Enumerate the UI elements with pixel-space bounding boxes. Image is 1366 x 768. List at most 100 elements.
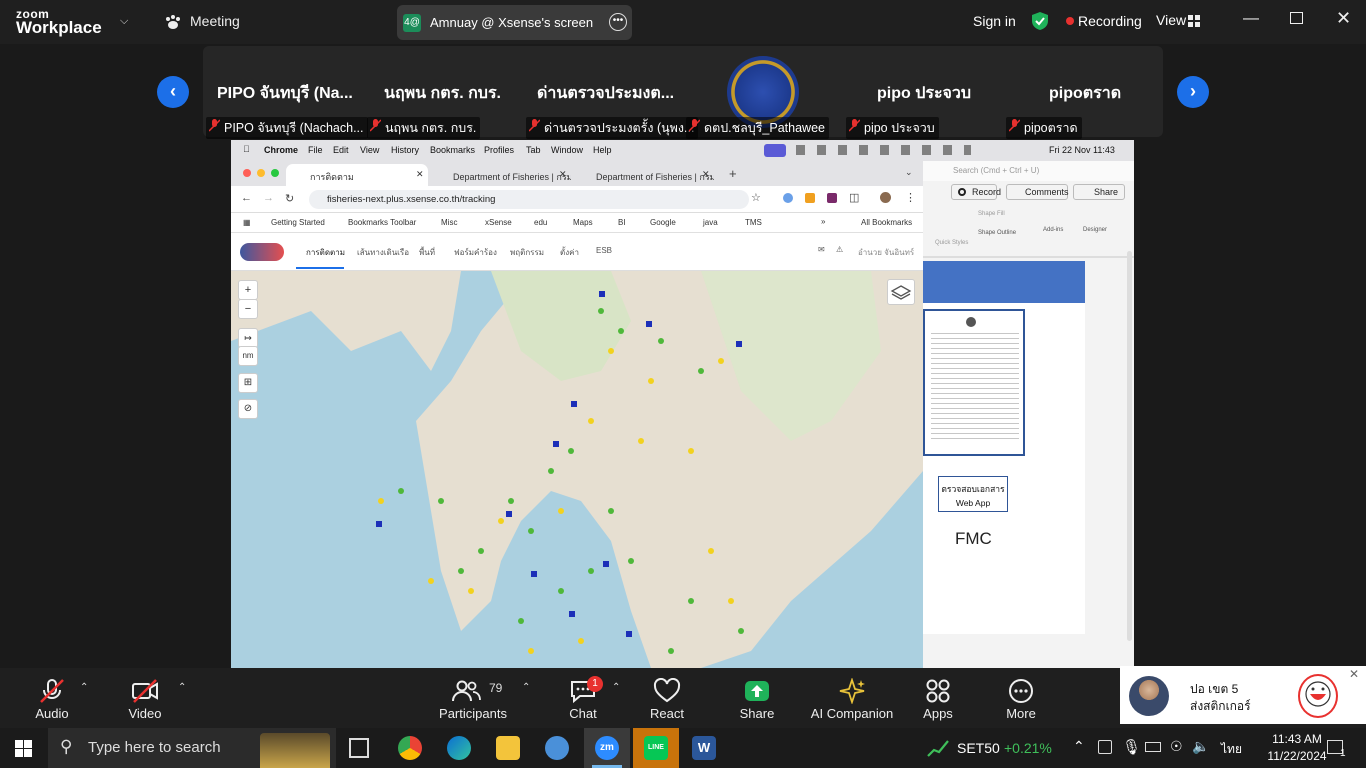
bookmark-folder[interactable]: edu bbox=[534, 218, 547, 227]
minimize-icon[interactable]: — bbox=[1243, 10, 1259, 28]
user-menu[interactable]: อำนวย จันอินทร์ bbox=[858, 246, 914, 259]
close-icon[interactable]: ✕ bbox=[1336, 8, 1351, 29]
ribbon-shape-outline[interactable]: Shape Outline bbox=[978, 230, 1016, 236]
browser-tab-active[interactable]: การติดตาม ✕ bbox=[286, 164, 428, 186]
hide-button[interactable]: ⊘ bbox=[238, 399, 258, 419]
nav-request-form[interactable]: ฟอร์มคำร้อง bbox=[454, 246, 497, 259]
clock-date[interactable]: 11/22/2024 bbox=[1262, 749, 1332, 763]
gallery-next-button[interactable]: › bbox=[1177, 76, 1209, 108]
recording-status[interactable]: Recording bbox=[1078, 13, 1142, 29]
zoom-out-button[interactable]: − bbox=[238, 299, 258, 319]
shared-screen-pill[interactable]: 4@ Amnuay @ Xsense's screen ••• bbox=[397, 5, 632, 40]
bookmark-item[interactable]: Getting Started bbox=[271, 218, 325, 227]
new-tab-icon[interactable]: + bbox=[729, 166, 737, 181]
view-menu[interactable]: View bbox=[1156, 12, 1186, 28]
apps-grid-icon[interactable]: ▦ bbox=[243, 218, 251, 227]
ribbon-add-ins[interactable]: Add-ins bbox=[1043, 227, 1063, 233]
zoom-taskbar-active[interactable]: zm bbox=[584, 728, 630, 768]
mac-menu-item[interactable]: Window bbox=[551, 145, 583, 155]
fisheries-logo[interactable] bbox=[240, 243, 284, 261]
more-button[interactable]: More bbox=[976, 668, 1066, 728]
bookmark-folder[interactable]: BI bbox=[618, 218, 626, 227]
ribbon-quick-styles[interactable]: Quick Styles bbox=[935, 240, 968, 246]
restore-icon[interactable] bbox=[1290, 12, 1303, 24]
puzzle-icon[interactable]: ◫ bbox=[849, 191, 859, 204]
browser-tab[interactable]: Department of Fisheries | กรม ✕ bbox=[572, 164, 714, 186]
edge-icon[interactable] bbox=[447, 736, 471, 760]
layers-icon[interactable] bbox=[887, 279, 915, 305]
bookmark-star-icon[interactable]: ☆ bbox=[751, 191, 761, 204]
bookmark-folder[interactable]: TMS bbox=[745, 218, 762, 227]
video-options-caret[interactable]: ⌃ bbox=[178, 682, 186, 693]
chat-button[interactable]: Chat bbox=[538, 668, 628, 728]
window-minimize-dot[interactable] bbox=[257, 169, 265, 177]
share-button[interactable]: Share bbox=[1073, 184, 1125, 200]
mac-menu-item[interactable]: Tab bbox=[526, 145, 541, 155]
unit-nm-button[interactable]: nm bbox=[238, 346, 258, 366]
alert-icon[interactable]: ⚠ bbox=[836, 245, 843, 254]
mac-menu-item[interactable]: Edit bbox=[333, 145, 349, 155]
clock-time[interactable]: 11:43 AM bbox=[1262, 732, 1332, 746]
scrollbar[interactable] bbox=[1127, 251, 1132, 641]
mac-menu-item[interactable]: Chrome bbox=[264, 145, 298, 155]
meet-now-icon[interactable] bbox=[1098, 740, 1112, 754]
bookmark-folder[interactable]: xSense bbox=[485, 218, 512, 227]
microphone-icon[interactable]: 🎙 bbox=[1122, 738, 1141, 756]
gallery-prev-button[interactable]: ‹ bbox=[157, 76, 189, 108]
address-field[interactable]: fisheries-next.plus.xsense.co.th/trackin… bbox=[309, 190, 749, 209]
extension-icon[interactable] bbox=[827, 193, 837, 203]
kebab-menu-icon[interactable]: ⋮ bbox=[905, 191, 916, 204]
meeting-menu[interactable]: Meeting bbox=[190, 13, 240, 29]
close-icon[interactable]: ✕ bbox=[1349, 667, 1359, 681]
measure-button[interactable]: ↦ bbox=[238, 328, 258, 348]
word-icon[interactable]: W bbox=[692, 736, 716, 760]
chat-options-caret[interactable]: ⌃ bbox=[612, 682, 620, 693]
sign-in-link[interactable]: Sign in bbox=[973, 13, 1016, 29]
input-language[interactable]: ไทย bbox=[1221, 740, 1242, 759]
mac-menu-item[interactable]: View bbox=[360, 145, 379, 155]
ribbon-shape-fill[interactable]: Shape Fill bbox=[978, 211, 1005, 217]
chat-notification[interactable]: ปอ เขต 5 ส่งสติกเกอร์ ✕ bbox=[1120, 666, 1366, 724]
line-taskbar-flashing[interactable]: LINE bbox=[633, 728, 679, 768]
slide-canvas[interactable]: ตรวจสอบเอกสาร Web App FMC bbox=[923, 261, 1085, 634]
forward-icon[interactable]: → bbox=[263, 192, 274, 204]
mac-menu-item[interactable]: Help bbox=[593, 145, 612, 155]
layer-toggle-button[interactable]: ⊞ bbox=[238, 373, 258, 393]
volume-icon[interactable]: 🔈 bbox=[1192, 738, 1209, 755]
participants-options-caret[interactable]: ⌃ bbox=[522, 682, 530, 693]
bookmark-folder[interactable]: Maps bbox=[573, 218, 593, 227]
audio-button[interactable]: Audio bbox=[7, 668, 97, 728]
battery-icon[interactable] bbox=[1145, 742, 1161, 752]
tab-search-icon[interactable]: ⌄ bbox=[905, 167, 913, 178]
taskbar-search[interactable]: ⚲ Type here to search bbox=[48, 728, 336, 768]
ribbon-designer[interactable]: Designer bbox=[1083, 227, 1107, 233]
more-bookmarks-icon[interactable]: » bbox=[821, 217, 825, 226]
bookmark-folder[interactable]: java bbox=[703, 218, 718, 227]
file-explorer-icon[interactable] bbox=[496, 736, 520, 760]
video-button[interactable]: Video bbox=[100, 668, 190, 728]
react-button[interactable]: React bbox=[622, 668, 712, 728]
audio-options-caret[interactable]: ⌃ bbox=[80, 682, 88, 693]
mac-menu-item[interactable]: Bookmarks bbox=[430, 145, 475, 155]
profile-avatar[interactable] bbox=[880, 192, 891, 203]
share-screen-button[interactable]: Share bbox=[712, 668, 802, 728]
nav-tracking[interactable]: การติดตาม bbox=[306, 246, 345, 259]
windows-start-icon[interactable] bbox=[15, 740, 32, 757]
bookmark-folder[interactable]: Google bbox=[650, 218, 676, 227]
notification-icon[interactable]: ✉ bbox=[818, 245, 825, 254]
bookmark-folder[interactable]: Bookmarks Toolbar bbox=[348, 218, 416, 227]
nav-behavior[interactable]: พฤติกรรม bbox=[510, 246, 544, 259]
nav-area[interactable]: พื้นที่ bbox=[419, 246, 435, 259]
bookmark-folder[interactable]: Misc bbox=[441, 218, 457, 227]
zoom-in-button[interactable]: + bbox=[238, 280, 258, 300]
window-close-dot[interactable] bbox=[243, 169, 251, 177]
stock-name[interactable]: SET50 bbox=[957, 740, 1000, 756]
comments-button[interactable]: Comments bbox=[1006, 184, 1069, 200]
reload-icon[interactable]: ↻ bbox=[285, 192, 294, 205]
wifi-icon[interactable]: ☉ bbox=[1170, 738, 1183, 755]
apps-button[interactable]: Apps bbox=[893, 668, 983, 728]
participants-button[interactable]: 79 Participants bbox=[428, 668, 518, 728]
nav-esb[interactable]: ESB bbox=[596, 246, 612, 255]
task-view-icon[interactable] bbox=[349, 738, 369, 758]
tray-overflow-icon[interactable]: ⌃ bbox=[1073, 738, 1085, 755]
